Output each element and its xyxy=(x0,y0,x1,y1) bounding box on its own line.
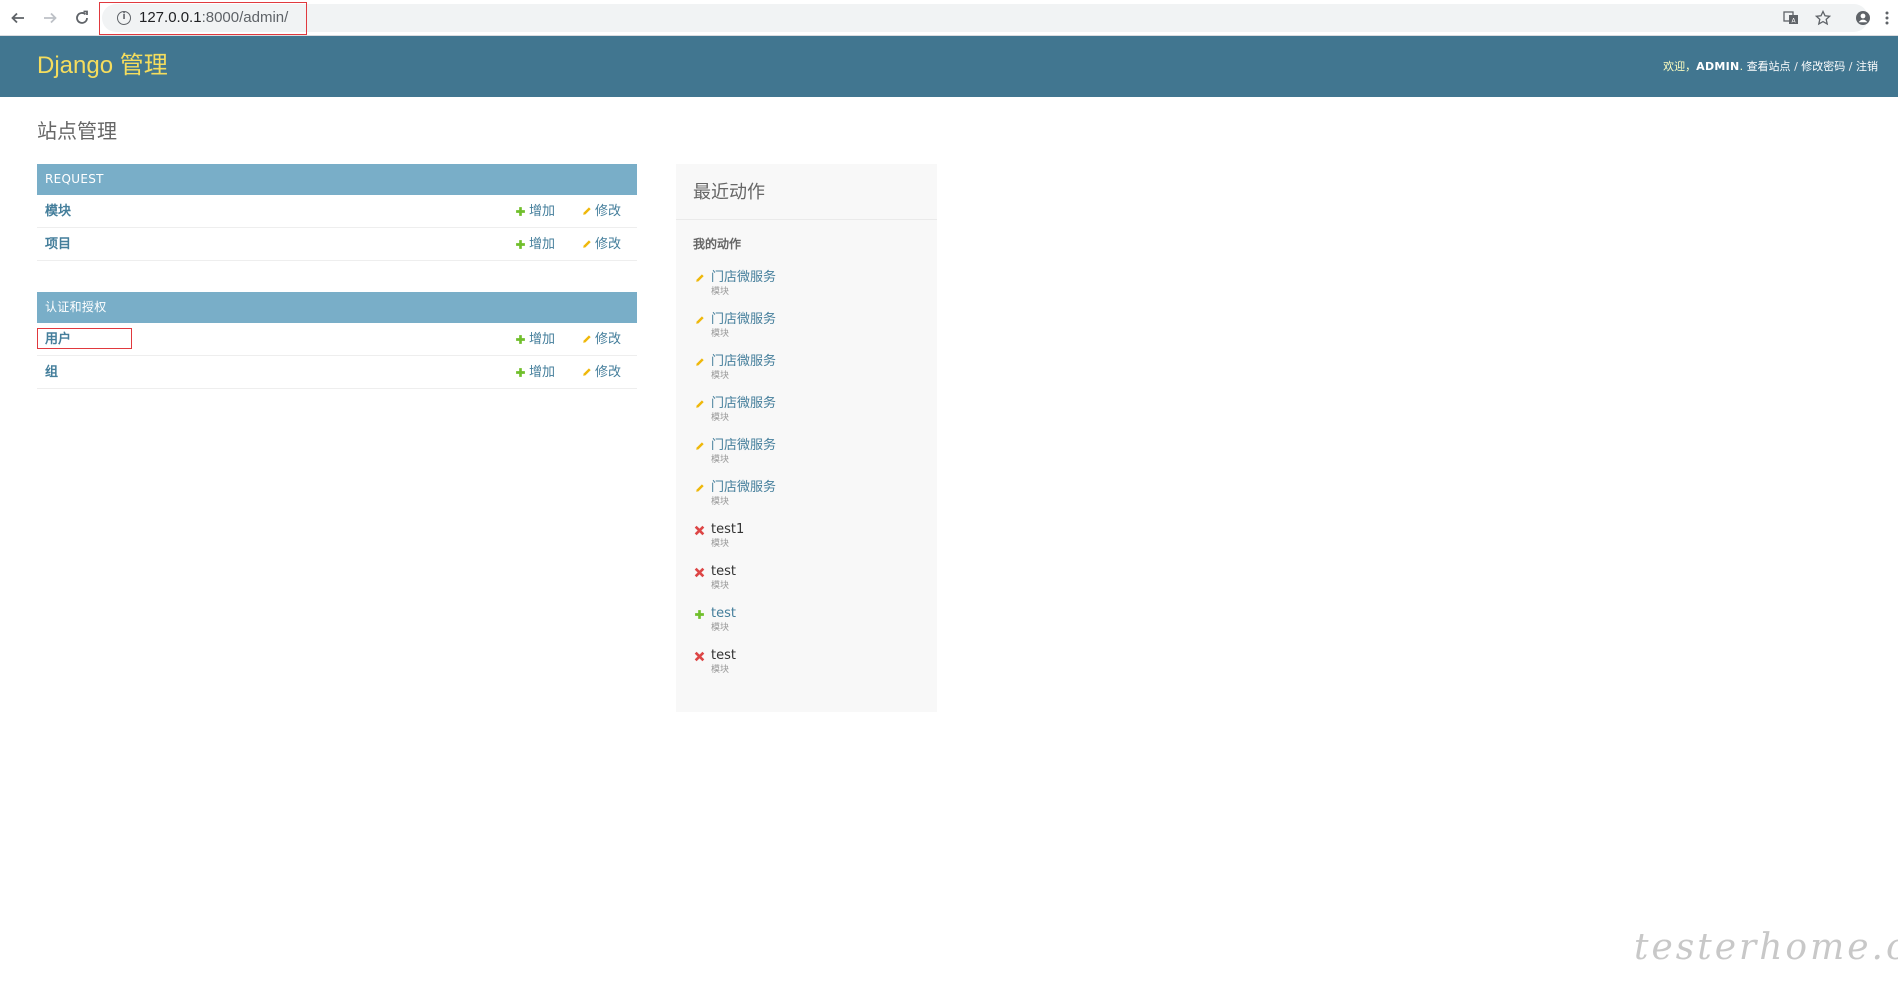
model-row-project: 项目 增加 修改 xyxy=(37,228,637,261)
model-row-module: 模块 增加 修改 xyxy=(37,195,637,228)
add-link[interactable]: 增加 xyxy=(514,204,555,219)
menu-dots-icon[interactable] xyxy=(1876,7,1898,29)
recent-action-link[interactable]: test xyxy=(711,606,736,622)
recent-action-type: 模块 xyxy=(711,623,730,633)
reload-icon[interactable] xyxy=(70,6,94,30)
translate-icon[interactable]: A xyxy=(1780,7,1802,29)
logout-link[interactable]: 注销 xyxy=(1856,60,1878,73)
recent-action-link: test xyxy=(711,564,736,579)
recent-action-type: 模块 xyxy=(711,539,730,549)
recent-action-item: 门店微服务 模块 xyxy=(693,354,923,396)
browser-toolbar: i 127.0.0.1:8000/admin/ A xyxy=(0,0,1898,36)
plus-icon xyxy=(514,206,526,218)
recent-action-item: 门店微服务 模块 xyxy=(693,270,923,312)
pencil-icon xyxy=(693,440,705,452)
change-password-link[interactable]: 修改密码 xyxy=(1801,60,1845,73)
address-bar[interactable] xyxy=(102,4,1868,32)
recent-action-item: 门店微服务 模块 xyxy=(693,396,923,438)
recent-action-type: 模块 xyxy=(711,581,730,591)
module-auth: 认证和授权 用户 增加 修改 组 增加 修改 xyxy=(37,292,637,389)
recent-action-link: test1 xyxy=(711,522,745,537)
recent-action-type: 模块 xyxy=(711,665,730,675)
delete-x-icon xyxy=(693,566,705,578)
plus-icon xyxy=(514,334,526,346)
forward-arrow-icon[interactable] xyxy=(38,6,62,30)
recent-action-item: test 模块 xyxy=(693,648,923,690)
change-link[interactable]: 修改 xyxy=(580,237,621,252)
my-actions-heading: 我的动作 xyxy=(693,237,742,251)
watermark: testerhome.com xyxy=(1634,927,1898,968)
recent-action-type: 模块 xyxy=(711,329,730,339)
recent-action-item: 门店微服务 模块 xyxy=(693,480,923,522)
model-link[interactable]: 模块 xyxy=(45,204,71,219)
recent-actions-title: 最近动作 xyxy=(693,182,765,203)
star-icon[interactable] xyxy=(1812,7,1834,29)
change-link[interactable]: 修改 xyxy=(580,204,621,219)
recent-action-item: 门店微服务 模块 xyxy=(693,438,923,480)
divider xyxy=(676,219,937,220)
view-site-link[interactable]: 查看站点 xyxy=(1747,60,1791,73)
recent-action-item: test 模块 xyxy=(693,606,923,648)
delete-x-icon xyxy=(693,650,705,662)
pencil-icon xyxy=(580,239,592,251)
site-branding[interactable]: Django 管理 xyxy=(37,52,168,80)
recent-action-link[interactable]: 门店微服务 xyxy=(711,270,776,286)
pencil-icon xyxy=(580,334,592,346)
model-link[interactable]: 组 xyxy=(45,365,58,380)
recent-action-link[interactable]: 门店微服务 xyxy=(711,438,776,454)
page-title: 站点管理 xyxy=(37,119,117,143)
url-text[interactable]: 127.0.0.1:8000/admin/ xyxy=(139,9,288,27)
recent-action-link[interactable]: 门店微服务 xyxy=(711,480,776,496)
recent-action-link: test xyxy=(711,648,736,663)
plus-icon xyxy=(514,239,526,251)
recent-action-type: 模块 xyxy=(711,413,730,423)
recent-actions-list: 门店微服务 模块 门店微服务 模块 门店微服务 模块 门店微服务 模块 门店微服务 模块 门店微服务… xyxy=(693,270,923,690)
plus-icon xyxy=(514,367,526,379)
account-icon[interactable] xyxy=(1852,7,1874,29)
recent-actions-panel: 最近动作 我的动作 门店微服务 模块 门店微服务 模块 门店微服务 模块 门店微服务 模块 门店… xyxy=(676,164,937,712)
add-link[interactable]: 增加 xyxy=(514,365,555,380)
pencil-icon xyxy=(580,367,592,379)
back-arrow-icon[interactable] xyxy=(6,6,30,30)
model-link[interactable]: 用户 xyxy=(45,332,71,347)
user-tools: 欢迎，ADMIN. 查看站点 / 修改密码 / 注销 xyxy=(1663,60,1878,73)
change-link[interactable]: 修改 xyxy=(580,332,621,347)
module-caption[interactable]: 认证和授权 xyxy=(37,292,637,323)
pencil-icon xyxy=(693,482,705,494)
site-info-icon[interactable]: i xyxy=(117,11,131,25)
recent-action-type: 模块 xyxy=(711,497,730,507)
add-link[interactable]: 增加 xyxy=(514,332,555,347)
module-caption[interactable]: REQUEST xyxy=(37,164,637,195)
recent-action-type: 模块 xyxy=(711,371,730,381)
pencil-icon xyxy=(693,356,705,368)
pencil-icon xyxy=(693,314,705,326)
module-request: REQUEST 模块 增加 修改 项目 增加 修改 xyxy=(37,164,637,261)
change-link[interactable]: 修改 xyxy=(580,365,621,380)
recent-action-link[interactable]: 门店微服务 xyxy=(711,396,776,412)
plus-icon xyxy=(693,608,705,620)
delete-x-icon xyxy=(693,524,705,536)
pencil-icon xyxy=(580,206,592,218)
recent-action-link[interactable]: 门店微服务 xyxy=(711,354,776,370)
recent-action-item: 门店微服务 模块 xyxy=(693,312,923,354)
model-row-groups: 组 增加 修改 xyxy=(37,356,637,389)
model-row-users: 用户 增加 修改 xyxy=(37,323,637,356)
recent-action-type: 模块 xyxy=(711,455,730,465)
pencil-icon xyxy=(693,272,705,284)
model-link[interactable]: 项目 xyxy=(45,237,71,252)
welcome-text: 欢迎， xyxy=(1663,60,1697,73)
add-link[interactable]: 增加 xyxy=(514,237,555,252)
recent-action-item: test1 模块 xyxy=(693,522,923,564)
recent-action-item: test 模块 xyxy=(693,564,923,606)
username: ADMIN xyxy=(1696,60,1740,73)
pencil-icon xyxy=(693,398,705,410)
admin-header: Django 管理 欢迎，ADMIN. 查看站点 / 修改密码 / 注销 xyxy=(0,36,1898,97)
recent-action-link[interactable]: 门店微服务 xyxy=(711,312,776,328)
recent-action-type: 模块 xyxy=(711,287,730,297)
